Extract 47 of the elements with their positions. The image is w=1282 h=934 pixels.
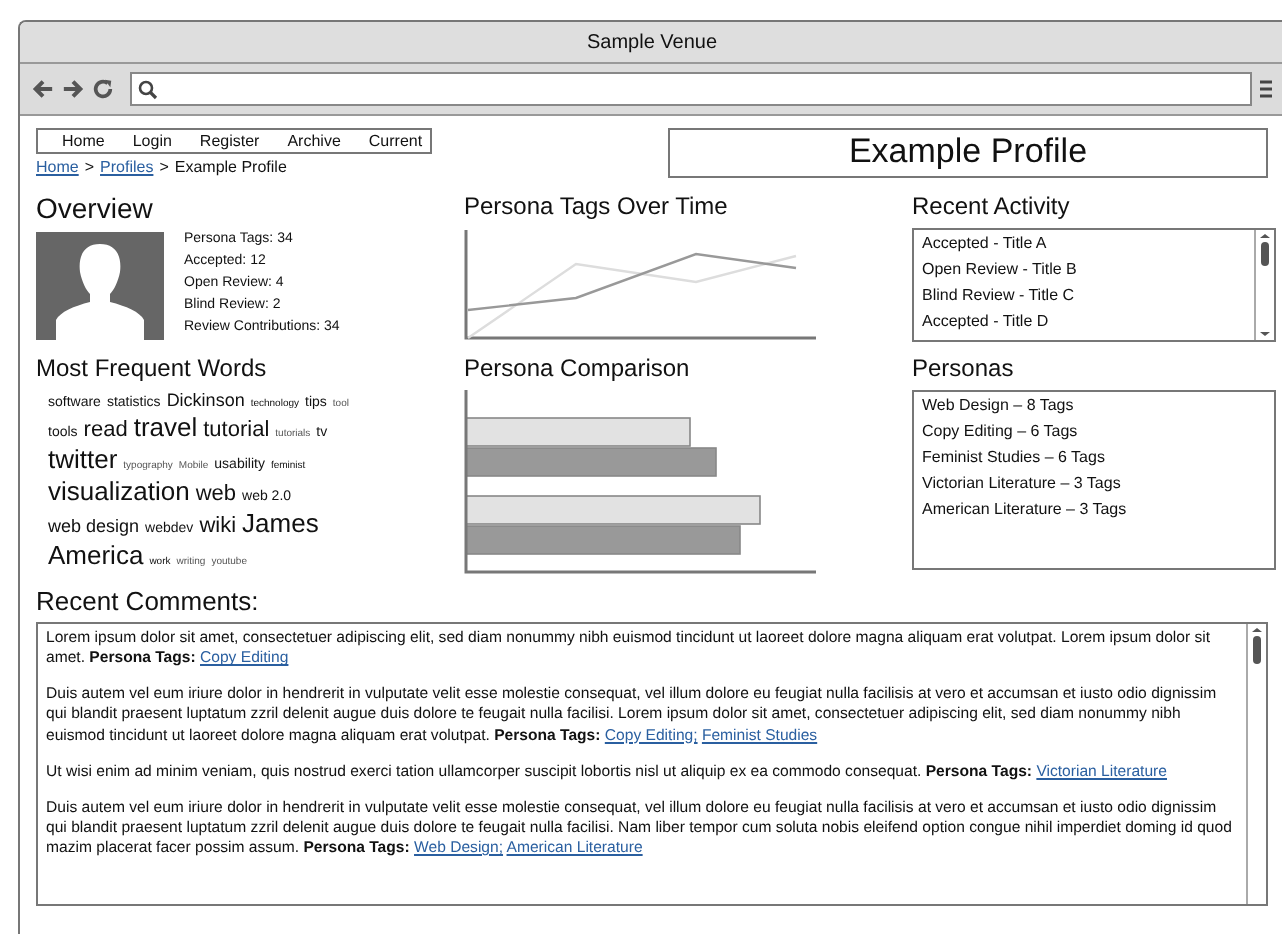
nav-link[interactable]: Home <box>62 132 105 150</box>
window-title: Sample Venue <box>586 31 718 53</box>
section-title: Recent Comments: <box>36 586 261 616</box>
activity-item[interactable]: Blind Review - Title C <box>922 286 1246 304</box>
tag-word[interactable]: web <box>195 482 237 506</box>
menu-icon[interactable] <box>1260 78 1272 100</box>
tag-word[interactable]: tutorial <box>203 418 270 442</box>
persona-item[interactable]: American Literature – 3 Tags <box>922 500 1266 518</box>
section-title: Most Frequent Words <box>36 354 269 382</box>
tag-word[interactable]: James <box>242 508 319 538</box>
tag-word[interactable]: travel <box>133 412 198 442</box>
avatar-silhouette <box>36 232 164 340</box>
reload-icon[interactable] <box>92 78 114 100</box>
forward-icon[interactable] <box>62 78 84 100</box>
back-icon[interactable] <box>32 78 54 100</box>
tag-word[interactable]: visualization <box>48 476 190 506</box>
section-title: Persona Comparison <box>464 354 692 382</box>
section-title: Recent Activity <box>912 192 1072 220</box>
breadcrumb-separator: > <box>159 158 169 176</box>
page-title: Example Profile <box>668 128 1268 178</box>
section-title: Persona Tags Over Time <box>464 192 730 220</box>
nav-link[interactable]: Register <box>199 132 260 150</box>
persona-item[interactable]: Feminist Studies – 6 Tags <box>922 448 1266 466</box>
persona-item[interactable]: Web Design – 8 Tags <box>922 396 1266 414</box>
tag-word[interactable]: web design <box>48 516 140 536</box>
persona-item[interactable]: Victorian Literature – 3 Tags <box>922 474 1266 492</box>
search-icon <box>138 79 158 99</box>
section-title: Overview <box>36 192 155 224</box>
tag-word[interactable]: twitter <box>48 444 118 474</box>
breadcrumb-link[interactable]: Profiles <box>100 158 154 176</box>
persona-item[interactable]: Copy Editing – 6 Tags <box>922 422 1266 440</box>
nav-link[interactable]: Login <box>132 132 172 150</box>
breadcrumb-link[interactable]: Home <box>36 158 79 176</box>
breadcrumb-current: Example Profile <box>174 158 287 176</box>
activity-item[interactable]: Accepted - Title A <box>922 234 1246 252</box>
nav-link[interactable]: Current <box>368 132 423 150</box>
scrollbar <box>1254 230 1274 340</box>
tag-word[interactable]: read <box>83 418 128 442</box>
tag-word[interactable]: Dickinson <box>166 390 245 410</box>
tag-word[interactable]: America <box>48 540 144 570</box>
activity-item[interactable]: Open Review - Title B <box>922 260 1246 278</box>
address-field[interactable] <box>130 72 1252 106</box>
tag-word[interactable]: wiki <box>199 514 237 538</box>
breadcrumb-separator: > <box>84 158 95 176</box>
activity-item[interactable]: Accepted - Title D <box>922 312 1246 330</box>
section-title: Personas <box>912 354 1016 382</box>
nav-link[interactable]: Archive <box>287 132 341 150</box>
